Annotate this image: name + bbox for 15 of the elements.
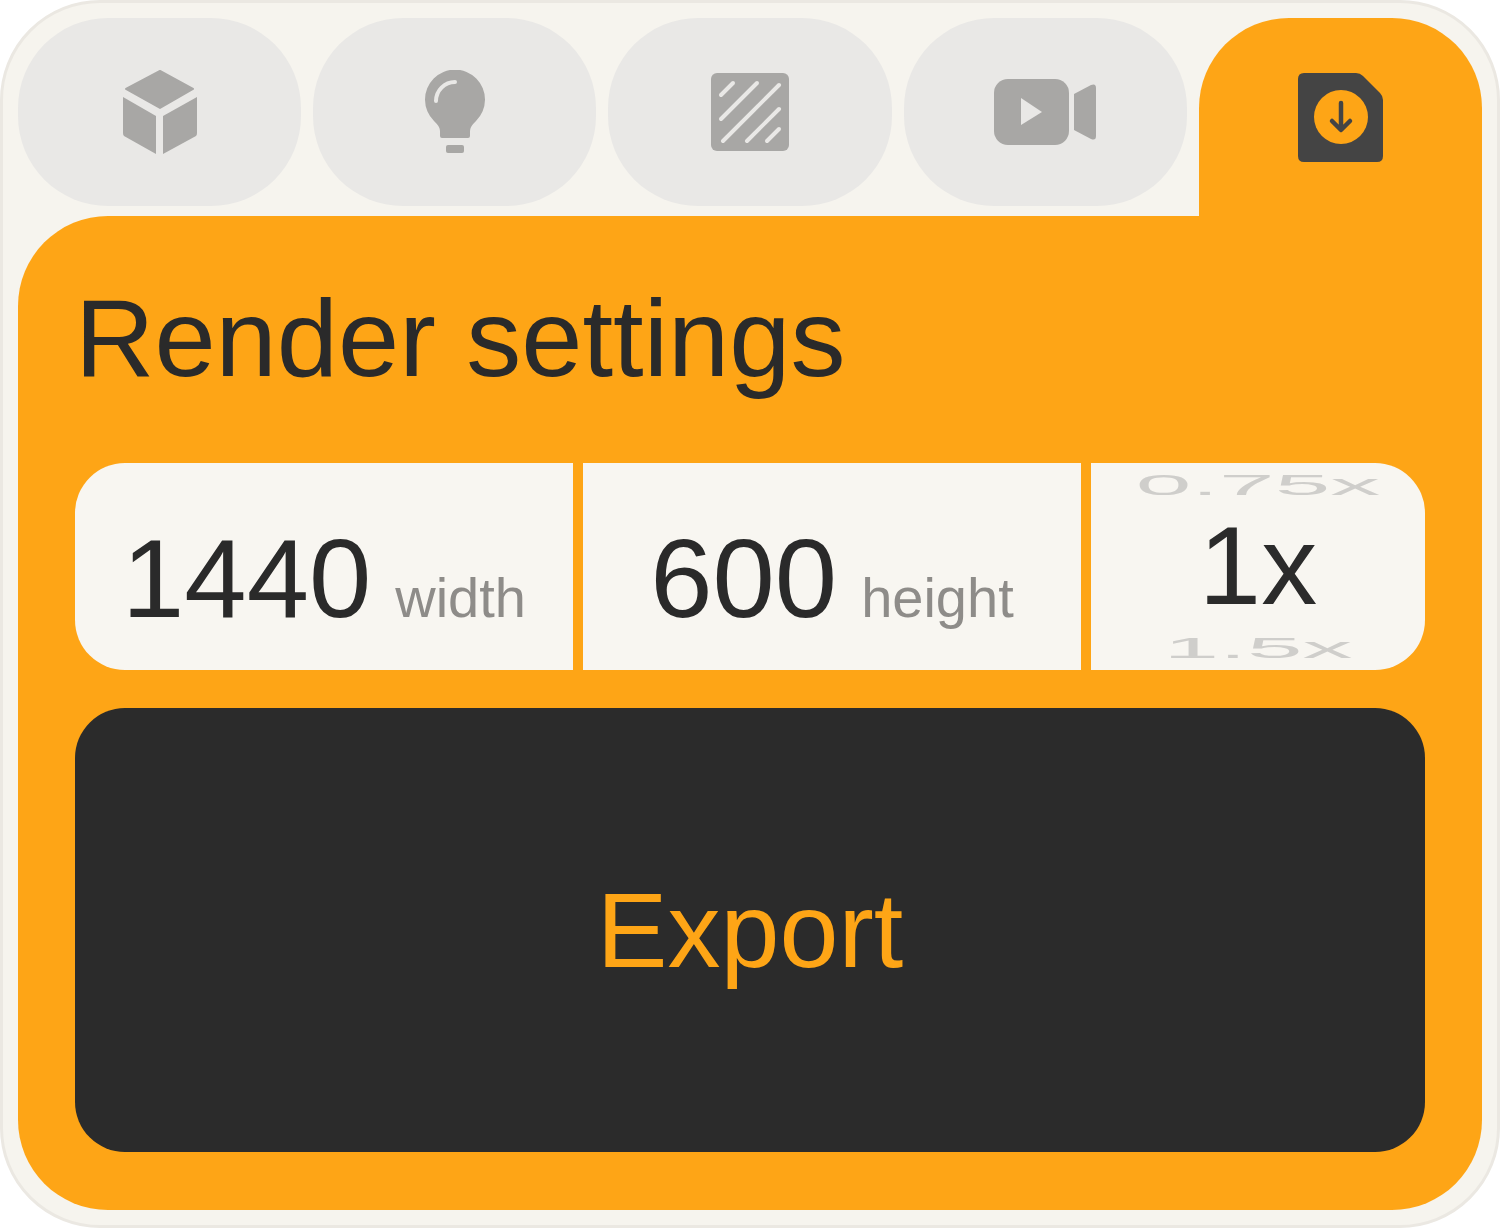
picker-option[interactable]: 1x	[1198, 510, 1318, 622]
lightbulb-icon	[423, 70, 486, 154]
hatched-square-icon	[711, 73, 789, 151]
number-field[interactable]: 1440 width	[75, 462, 573, 670]
number-field[interactable]: 600 height	[583, 462, 1081, 670]
field-value: 600	[650, 522, 838, 635]
cube-icon	[121, 69, 198, 155]
file-download-icon	[1297, 72, 1383, 162]
video-camera-icon	[993, 79, 1097, 145]
panel-title: Render settings	[75, 275, 846, 401]
export-button[interactable]: Export	[75, 707, 1425, 1152]
field-label: width	[395, 564, 526, 631]
field-label: height	[861, 564, 1014, 631]
tab[interactable]	[1198, 18, 1482, 216]
field-value: 1440	[122, 522, 372, 635]
